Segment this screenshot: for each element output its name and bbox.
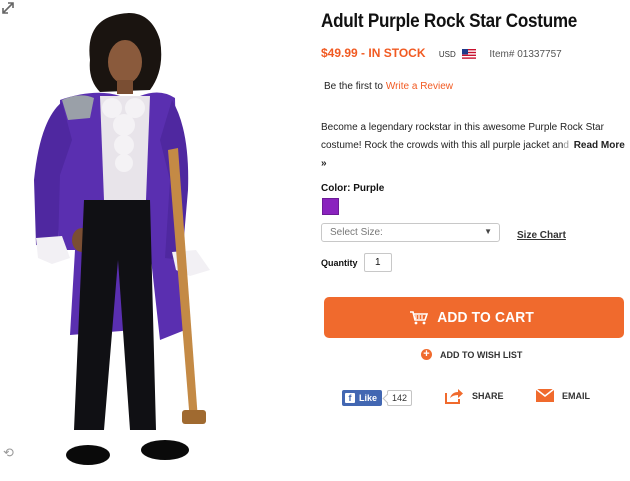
share-icon bbox=[445, 389, 463, 404]
review-prompt: Be the first to Write a Review bbox=[324, 81, 453, 92]
description-line-2: costume! Rock the crowds with this all p… bbox=[321, 140, 564, 151]
add-to-cart-label: ADD TO CART bbox=[437, 309, 534, 326]
product-description: Become a legendary rockstar in this awes… bbox=[321, 119, 626, 173]
us-flag-icon bbox=[462, 49, 477, 59]
facebook-icon: f bbox=[345, 393, 355, 403]
product-image[interactable]: ⟲ bbox=[0, 0, 310, 481]
facebook-like-button[interactable]: f Like bbox=[342, 390, 383, 406]
plus-circle-icon: + bbox=[421, 349, 432, 360]
wishlist-label: ADD TO WISH LIST bbox=[440, 349, 523, 360]
color-label: Color: Purple bbox=[321, 183, 385, 194]
email-label: EMAIL bbox=[562, 390, 590, 401]
item-number: Item# 01337757 bbox=[489, 49, 562, 60]
currency-label: USD bbox=[438, 50, 456, 59]
costume-photo bbox=[34, 13, 210, 465]
description-fade: d bbox=[563, 140, 569, 151]
facebook-like-label: Like bbox=[359, 393, 378, 403]
add-to-wishlist-button[interactable]: + ADD TO WISH LIST bbox=[421, 349, 522, 360]
size-select-placeholder: Select Size: bbox=[330, 227, 383, 238]
price-line: $49.99 - IN STOCK USD Item# 01337757 bbox=[321, 46, 562, 60]
quantity-input[interactable]: 1 bbox=[364, 253, 392, 272]
cart-icon bbox=[409, 310, 428, 324]
review-prompt-text: Be the first to bbox=[324, 81, 383, 92]
expand-icon[interactable] bbox=[0, 0, 16, 16]
share-button[interactable]: SHARE bbox=[444, 388, 504, 404]
description-line-1: Become a legendary rockstar in this awes… bbox=[321, 122, 604, 133]
color-swatch-purple[interactable] bbox=[322, 198, 339, 215]
rotate-icon[interactable]: ⟲ bbox=[3, 446, 17, 460]
facebook-like-count: 142 bbox=[387, 390, 413, 406]
email-button[interactable]: EMAIL bbox=[535, 388, 590, 403]
size-chart-link[interactable]: Size Chart bbox=[517, 230, 566, 241]
product-title: Adult Purple Rock Star Costume bbox=[321, 11, 578, 32]
write-review-link[interactable]: Write a Review bbox=[386, 81, 453, 92]
share-label: SHARE bbox=[472, 391, 504, 401]
chevron-down-icon: ▼ bbox=[484, 227, 492, 236]
email-icon bbox=[535, 388, 555, 402]
size-select[interactable]: Select Size: ▼ bbox=[321, 223, 500, 242]
add-to-cart-button[interactable]: ADD TO CART bbox=[324, 297, 624, 338]
quantity-label: Quantity bbox=[321, 258, 358, 268]
price-stock: $49.99 - IN STOCK bbox=[321, 46, 426, 60]
